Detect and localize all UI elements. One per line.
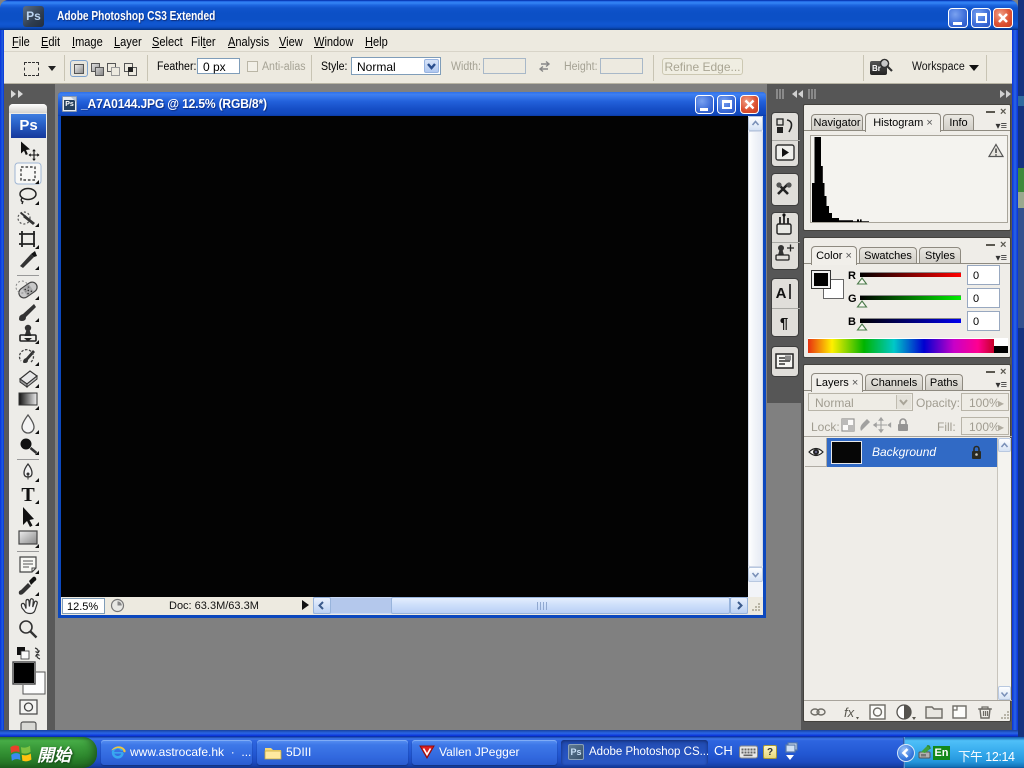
svg-text:A: A [776, 285, 787, 302]
svg-text:T: T [21, 484, 35, 506]
svg-text:¶: ¶ [780, 315, 788, 332]
svg-text:fx: fx [844, 705, 855, 720]
